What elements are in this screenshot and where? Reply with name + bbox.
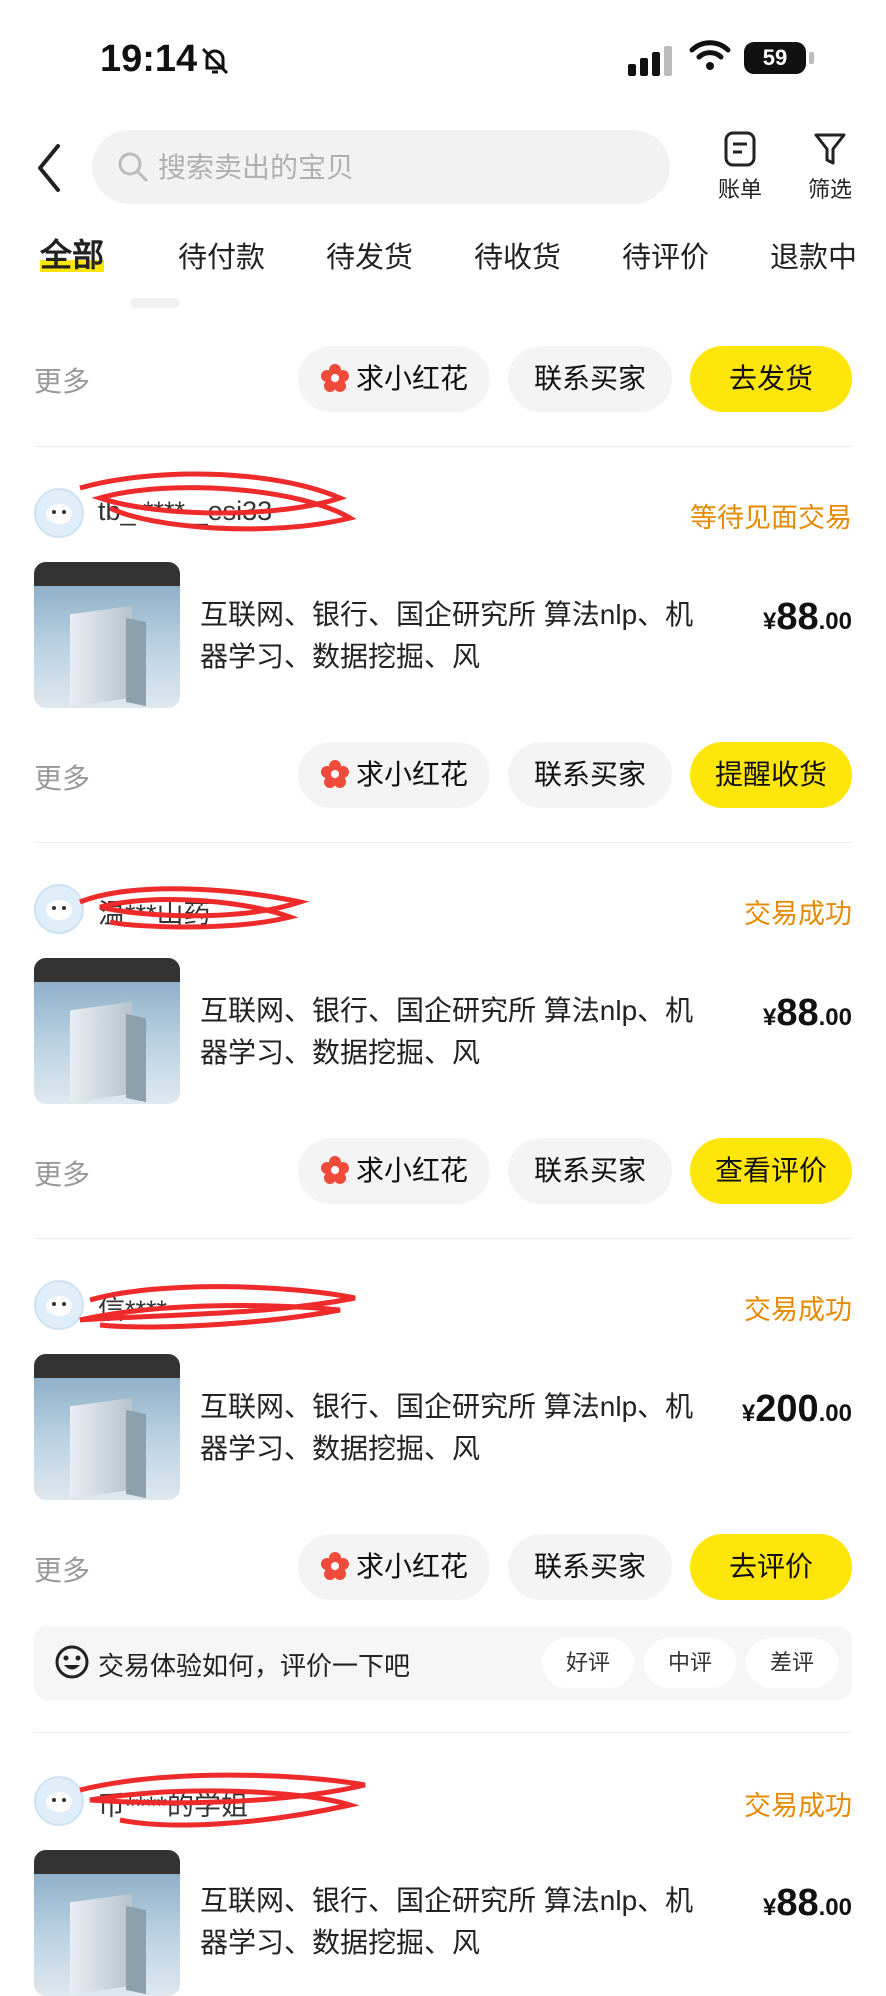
avatar bbox=[34, 1776, 84, 1826]
back-arrow-icon[interactable] bbox=[30, 138, 70, 198]
filter-icon bbox=[814, 133, 846, 165]
wifi-icon bbox=[689, 40, 731, 70]
flower-label: 求小红花 bbox=[355, 363, 468, 394]
scroll-remnant bbox=[130, 298, 180, 308]
view-review-button[interactable]: 查看评价 bbox=[690, 1138, 852, 1204]
tab-pending-review[interactable]: 待评价 bbox=[622, 234, 709, 276]
remind-receipt-button[interactable]: 提醒收货 bbox=[690, 742, 852, 808]
bill-icon bbox=[724, 131, 756, 167]
order-status: 交易成功 bbox=[744, 1791, 852, 1821]
buyer-name: 温***山药 bbox=[98, 899, 211, 929]
divider bbox=[34, 842, 852, 843]
divider bbox=[34, 446, 852, 447]
product-title[interactable]: 互联网、银行、国企研究所 算法nlp、机器学习、数据挖掘、风 bbox=[200, 594, 720, 678]
product-title[interactable]: 互联网、银行、国企研究所 算法nlp、机器学习、数据挖掘、风 bbox=[200, 1386, 720, 1470]
rate-neutral-button[interactable]: 中评 bbox=[644, 1638, 736, 1688]
flower-label: 求小红花 bbox=[355, 759, 468, 790]
bill-label: 账单 bbox=[718, 177, 763, 202]
status-bar: 19:14 59 bbox=[0, 0, 886, 120]
order-status: 等待见面交易 bbox=[690, 503, 852, 533]
product-thumbnail[interactable] bbox=[34, 958, 180, 1104]
more-link[interactable]: 更多 bbox=[34, 1549, 90, 1589]
product-thumbnail[interactable] bbox=[34, 1850, 180, 1996]
rating-prompt: 交易体验如何，评价一下吧 好评 中评 差评 bbox=[34, 1626, 852, 1700]
tab-pending-shipment[interactable]: 待发货 bbox=[326, 234, 413, 276]
avatar bbox=[34, 1280, 84, 1330]
more-link[interactable]: 更多 bbox=[34, 360, 90, 400]
status-time: 19:14 bbox=[100, 38, 198, 80]
flower-icon bbox=[320, 1551, 349, 1580]
order-status: 交易成功 bbox=[744, 1295, 852, 1325]
rate-bad-button[interactable]: 差评 bbox=[746, 1638, 838, 1688]
order-price: ¥88.00 bbox=[762, 1882, 852, 1924]
search-input[interactable] bbox=[156, 130, 650, 206]
flower-button[interactable]: 求小红花 bbox=[298, 1138, 490, 1204]
search-icon bbox=[118, 152, 148, 182]
buyer-name: 信**** bbox=[98, 1295, 168, 1325]
ship-button[interactable]: 去发货 bbox=[690, 346, 852, 412]
flower-button[interactable]: 求小红花 bbox=[298, 742, 490, 808]
order-status: 交易成功 bbox=[744, 899, 852, 929]
contact-buyer-button[interactable]: 联系买家 bbox=[508, 1138, 672, 1204]
buyer-name: tb_ **** _esi33 bbox=[98, 496, 273, 526]
product-thumbnail[interactable] bbox=[34, 562, 180, 708]
tab-pending-payment[interactable]: 待付款 bbox=[178, 234, 265, 276]
product-title[interactable]: 互联网、银行、国企研究所 算法nlp、机器学习、数据挖掘、风 bbox=[200, 1880, 720, 1964]
order-tabs: 全部 待付款 待发货 待收货 待评价 退款中 bbox=[0, 228, 886, 288]
filter-button[interactable]: 筛选 bbox=[808, 130, 852, 204]
product-thumbnail[interactable] bbox=[34, 1354, 180, 1500]
order-price: ¥88.00 bbox=[762, 992, 852, 1034]
contact-buyer-button[interactable]: 联系买家 bbox=[508, 1534, 672, 1600]
bill-button[interactable]: 账单 bbox=[718, 130, 762, 204]
more-link[interactable]: 更多 bbox=[34, 1153, 90, 1193]
smiley-icon bbox=[55, 1645, 89, 1679]
tab-pending-receipt[interactable]: 待收货 bbox=[474, 234, 561, 276]
flower-icon bbox=[320, 759, 349, 788]
tab-refunding[interactable]: 退款中 bbox=[770, 234, 857, 276]
search-bar[interactable] bbox=[92, 130, 670, 206]
order-price: ¥200.00 bbox=[741, 1388, 852, 1430]
product-title[interactable]: 互联网、银行、国企研究所 算法nlp、机器学习、数据挖掘、风 bbox=[200, 990, 720, 1074]
avatar bbox=[34, 488, 84, 538]
flower-label: 求小红花 bbox=[355, 1155, 468, 1186]
flower-icon bbox=[320, 363, 349, 392]
tab-all[interactable]: 全部 bbox=[40, 230, 105, 276]
filter-label: 筛选 bbox=[808, 177, 853, 202]
buyer-name: 币****的学姐 bbox=[98, 1791, 249, 1821]
rating-prompt-text: 交易体验如何，评价一下吧 bbox=[98, 1651, 411, 1681]
order-price: ¥88.00 bbox=[762, 596, 852, 638]
cellular-signal-icon bbox=[628, 46, 676, 76]
avatar bbox=[34, 884, 84, 934]
flower-label: 求小红花 bbox=[355, 1551, 468, 1582]
battery-indicator: 59 bbox=[744, 42, 814, 74]
mute-bell-icon bbox=[201, 47, 229, 75]
flower-button[interactable]: 求小红花 bbox=[298, 346, 490, 412]
flower-button[interactable]: 求小红花 bbox=[298, 1534, 490, 1600]
leave-review-button[interactable]: 去评价 bbox=[690, 1534, 852, 1600]
divider bbox=[34, 1732, 852, 1733]
contact-buyer-button[interactable]: 联系买家 bbox=[508, 742, 672, 808]
more-link[interactable]: 更多 bbox=[34, 757, 90, 797]
tab-label: 全部 bbox=[40, 237, 105, 273]
rate-good-button[interactable]: 好评 bbox=[542, 1638, 634, 1688]
contact-buyer-button[interactable]: 联系买家 bbox=[508, 346, 672, 412]
divider bbox=[34, 1238, 852, 1239]
flower-icon bbox=[320, 1155, 349, 1184]
